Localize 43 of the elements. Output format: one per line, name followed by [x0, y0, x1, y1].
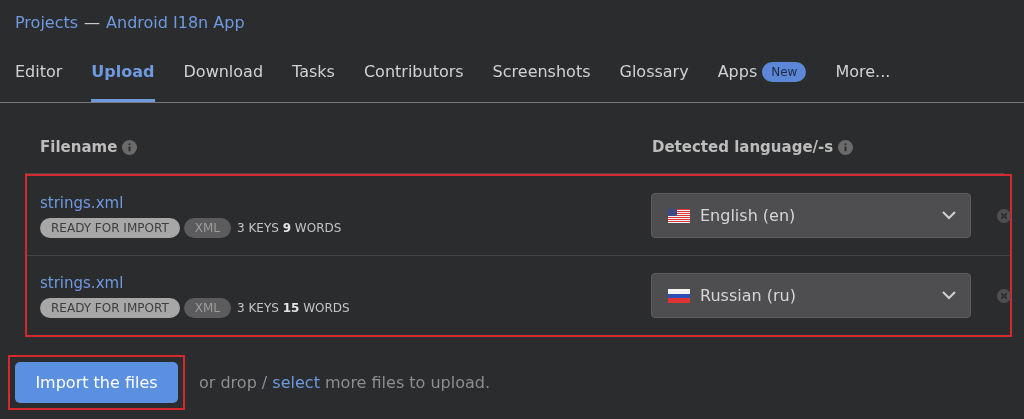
tab[interactable]: Tasks — [292, 44, 335, 102]
tab[interactable]: Upload — [91, 44, 155, 102]
tab-label: Contributors — [363, 62, 464, 81]
language-select[interactable]: English (en) — [651, 193, 971, 238]
language-select[interactable]: Russian (ru) — [651, 273, 971, 318]
filename-link[interactable]: strings.xml — [40, 273, 124, 292]
tab[interactable]: More... — [835, 44, 891, 102]
select-link[interactable]: select — [272, 373, 320, 392]
upload-hint: or drop / select more files to upload. — [199, 373, 491, 392]
info-icon — [838, 139, 854, 155]
file-stats: 3 KEYS 15 WORDS — [237, 300, 350, 315]
tab-label: Tasks — [292, 62, 335, 81]
tab[interactable]: Editor — [15, 44, 63, 102]
tab[interactable]: Apps New — [717, 44, 807, 102]
chevron-down-icon — [942, 211, 956, 220]
status-tag: READY FOR IMPORT — [40, 217, 180, 238]
tab[interactable]: Screenshots — [492, 44, 591, 102]
breadcrumb-separator: — — [84, 12, 101, 32]
tab-label: Screenshots — [492, 62, 591, 81]
tab-label: Upload — [91, 62, 155, 81]
remove-icon[interactable] — [997, 288, 1011, 303]
tab-label: Glossary — [619, 62, 689, 81]
info-icon — [122, 139, 138, 155]
tab[interactable]: Contributors — [363, 44, 464, 102]
tab-label: More... — [835, 62, 891, 81]
column-header: Filename — [40, 138, 118, 156]
remove-icon[interactable] — [997, 208, 1011, 223]
import-button[interactable]: Import the files — [15, 362, 178, 403]
file-stats: 3 KEYS 9 WORDS — [237, 220, 342, 235]
tab-label: Download — [183, 62, 264, 81]
project-link[interactable]: Android I18n App — [106, 12, 245, 32]
format-tag: XML — [183, 217, 231, 238]
filename-link[interactable]: strings.xml — [40, 193, 124, 212]
tab-label: Editor — [15, 62, 63, 81]
tab[interactable]: Glossary — [619, 44, 689, 102]
tab[interactable]: Download — [183, 44, 264, 102]
chevron-down-icon — [942, 291, 956, 300]
projects-link[interactable]: Projects — [15, 12, 79, 32]
new-badge: New — [762, 61, 807, 82]
tab-label: Apps — [717, 62, 758, 81]
status-tag: READY FOR IMPORT — [40, 297, 180, 318]
format-tag: XML — [183, 297, 231, 318]
column-header: Detected language/-s — [652, 138, 834, 156]
